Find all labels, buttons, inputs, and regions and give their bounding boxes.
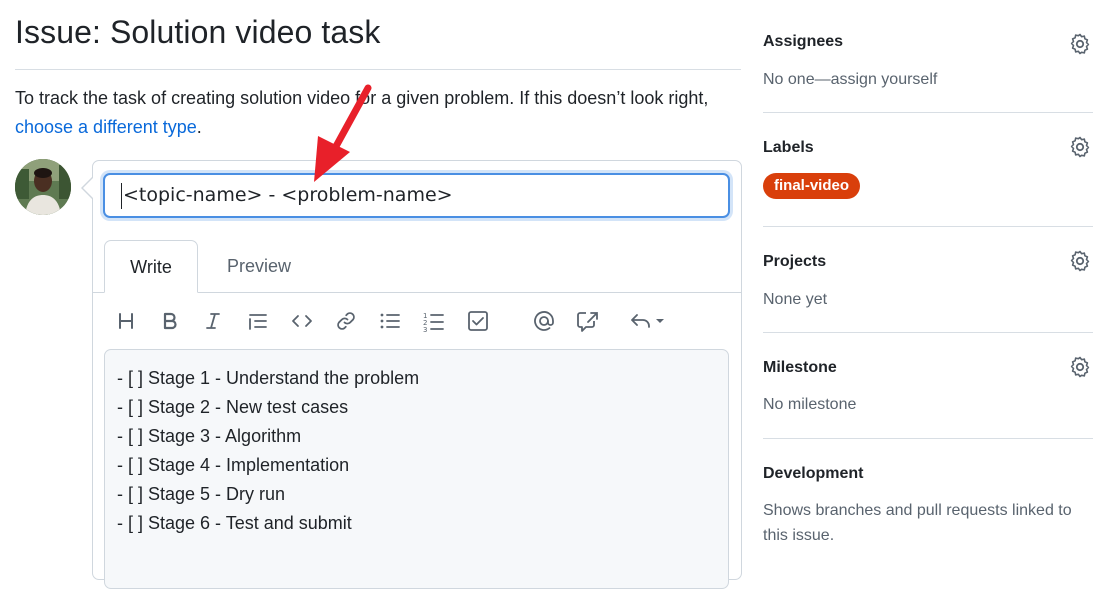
issue-title-value: <topic-name> - <problem-name> [123, 184, 453, 206]
description-text: To track the task of creating solution v… [15, 88, 709, 108]
description-end: . [196, 117, 202, 137]
issue-title-input[interactable]: <topic-name> - <problem-name> [103, 173, 730, 218]
issue-sidebar: Assignees No one—assign yourself Labels … [763, 0, 1093, 565]
task-line: - [ ] Stage 1 - Understand the problem [117, 368, 420, 388]
assignees-heading: Assignees [763, 33, 844, 50]
task-line: - [ ] Stage 6 - Test and submit [117, 513, 352, 533]
development-heading: Development [763, 465, 864, 482]
sidebar-divider [763, 226, 1093, 227]
development-value: Shows branches and pull requests linked … [763, 502, 1072, 544]
task-line: - [ ] Stage 3 - Algorithm [117, 426, 302, 446]
milestone-gear-icon[interactable] [1068, 355, 1092, 379]
task-line: - [ ] Stage 5 - Dry run [117, 484, 286, 504]
svg-text:3: 3 [423, 326, 427, 332]
divider [15, 69, 741, 70]
ordered-list-icon[interactable]: 123 [417, 304, 451, 338]
milestone-value: No milestone [763, 396, 857, 413]
cross-reference-icon[interactable] [571, 304, 605, 338]
saved-replies-icon[interactable] [627, 304, 671, 338]
comment-body-textarea[interactable]: - [ ] Stage 1 - Understand the problem -… [104, 349, 729, 589]
page-title: Issue: Solution video task [15, 14, 381, 50]
markdown-toolbar: 123 [104, 304, 730, 338]
avatar-photo [15, 159, 71, 215]
label-badge[interactable]: final-video [763, 173, 861, 199]
mention-icon[interactable] [527, 304, 561, 338]
task-line: - [ ] Stage 2 - New test cases [117, 397, 349, 417]
avatar [15, 159, 71, 215]
link-icon[interactable] [329, 304, 363, 338]
heading-icon[interactable] [109, 304, 143, 338]
issue-type-description: To track the task of creating solution v… [15, 84, 735, 142]
labels-heading: Labels [763, 139, 814, 156]
labels-gear-icon[interactable] [1068, 135, 1092, 159]
issue-main: Issue: Solution video task To track the … [0, 0, 742, 589]
milestone-heading: Milestone [763, 359, 837, 376]
choose-different-type-link[interactable]: choose a different type [15, 117, 197, 137]
tab-preview[interactable]: Preview [210, 240, 308, 293]
code-icon[interactable] [285, 304, 319, 338]
assignees-gear-icon[interactable] [1068, 32, 1092, 56]
task-line: - [ ] Stage 4 - Implementation [117, 455, 350, 475]
projects-heading: Projects [763, 253, 827, 270]
unordered-list-icon[interactable] [373, 304, 407, 338]
tab-write[interactable]: Write [104, 240, 198, 293]
sidebar-divider [763, 332, 1093, 333]
projects-value: None yet [763, 291, 828, 308]
editor-pointer-fill [83, 177, 94, 199]
projects-gear-icon[interactable] [1068, 249, 1092, 273]
tasklist-icon[interactable] [461, 304, 495, 338]
sidebar-divider [763, 112, 1093, 113]
assign-yourself-link[interactable]: No one—assign yourself [763, 67, 937, 92]
sidebar-divider [763, 438, 1093, 439]
italic-icon[interactable] [196, 304, 230, 338]
bold-icon[interactable] [153, 304, 187, 338]
quote-icon[interactable] [241, 304, 275, 338]
text-cursor [121, 183, 122, 209]
